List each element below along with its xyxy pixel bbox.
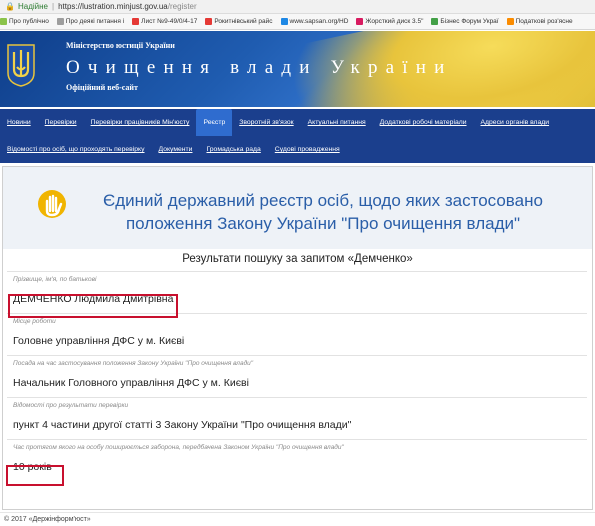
bookmark-favicon-icon xyxy=(506,18,514,25)
bookmark-label: Бізнес Форум Украї xyxy=(440,18,499,25)
field-value: Начальник Головного управління ДФС у м. … xyxy=(13,377,249,389)
stop-hand-icon xyxy=(38,190,66,218)
bookmark[interactable]: Жорсткий диск 3.5" xyxy=(356,18,423,25)
nav-row-secondary: Відомості про осіб, що проходять перевір… xyxy=(0,136,347,163)
search-results-title: Результати пошуку за запитом «Демченко» xyxy=(182,253,413,265)
secure-label: Надійне xyxy=(17,2,48,11)
bookmark-favicon-icon xyxy=(132,18,140,25)
nav-feedback[interactable]: Зворотній зв'язок xyxy=(232,109,300,136)
field-position: Посада на час застосування положення Зак… xyxy=(7,355,587,396)
footer-copyright: © 2017 «Держінформ'юст» xyxy=(0,512,595,526)
bookmark[interactable]: www.sapsan.org/HD xyxy=(280,18,349,25)
bookmark-label: Жорсткий диск 3.5" xyxy=(365,18,424,25)
field-label: Час протягом якого на особу поширюється … xyxy=(13,443,344,451)
url-host: https://lustration.minjust.gov.ua xyxy=(58,2,168,11)
register-banner: Єдиний державний реєстр осіб, щодо яких … xyxy=(3,167,592,249)
bookmark-label: Лист №9-49/0/4-17 xyxy=(141,18,198,25)
bookmark-label: Рокитнівський райс xyxy=(214,18,273,25)
coat-of-arms-icon[interactable] xyxy=(6,43,36,87)
nav-topical[interactable]: Актуальні питання xyxy=(301,109,373,136)
nav-persons-info[interactable]: Відомості про осіб, що проходять перевір… xyxy=(0,136,152,163)
highlight-name-box xyxy=(8,294,178,318)
bookmark-favicon-icon xyxy=(56,18,64,25)
nav-court[interactable]: Судові провадження xyxy=(268,136,347,163)
nav-materials[interactable]: Додаткові робочі матеріали xyxy=(373,109,474,136)
bookmark[interactable]: Бізнес Форум Украї xyxy=(431,18,499,25)
nav-checks[interactable]: Перевірки xyxy=(38,109,84,136)
bookmark[interactable]: Податкові роз'ясне xyxy=(506,18,573,25)
bookmark-favicon-icon xyxy=(356,18,364,25)
bookmark-favicon-icon xyxy=(280,18,288,25)
bookmark-label: Податкові роз'ясне xyxy=(515,18,573,25)
field-label: Посада на час застосування положення Зак… xyxy=(13,359,254,367)
register-title: Єдиний державний реєстр осіб, щодо яких … xyxy=(103,191,543,233)
url-path: /register xyxy=(167,2,197,11)
bookmarks-bar: Про публічно Про деякі питання і Лист №9… xyxy=(0,14,595,30)
bookmark[interactable]: Рокитнівський райс xyxy=(205,18,273,25)
official-site-label: Офіційний веб-сайт xyxy=(66,83,138,92)
nav-public-council[interactable]: Громадська рада xyxy=(199,136,267,163)
bookmark-label: www.sapsan.org/HD xyxy=(289,18,349,25)
field-check-result: Відомості про результати перевірки пункт… xyxy=(7,397,587,438)
field-value: пункт 4 частини другої статті 3 Закону У… xyxy=(13,419,352,431)
lock-icon: 🔒 xyxy=(5,2,15,11)
nav-addresses[interactable]: Адреси органів влади xyxy=(474,109,557,136)
field-value: 10 років xyxy=(13,461,52,473)
bookmark[interactable]: Про публічно xyxy=(0,18,49,25)
nav-minjust-checks[interactable]: Перевірки працівників Мін'юсту xyxy=(84,109,197,136)
field-label: Прізвище, ім'я, по батькові xyxy=(13,275,97,283)
nav-row-primary: Новини Перевірки Перевірки працівників М… xyxy=(0,109,556,136)
bookmark[interactable]: Лист №9-49/0/4-17 xyxy=(132,18,197,25)
nav-documents[interactable]: Документи xyxy=(152,136,200,163)
ministry-name: Міністерство юстиції України xyxy=(66,41,175,50)
field-workplace: Місце роботи Головне управління ДФС у м.… xyxy=(7,313,587,354)
address-bar[interactable]: 🔒 Надійне | https://lustration.minjust.g… xyxy=(0,0,595,14)
nav-news[interactable]: Новини xyxy=(0,109,38,136)
site-header: Міністерство юстиції України Очищення вл… xyxy=(0,31,595,107)
field-value: Головне управління ДФС у м. Києві xyxy=(13,335,185,347)
bookmark-favicon-icon xyxy=(431,18,439,25)
site-title[interactable]: Очищення влади України xyxy=(66,57,453,79)
separator: | xyxy=(51,2,55,11)
highlight-term-box xyxy=(6,465,64,486)
bookmark[interactable]: Про деякі питання і xyxy=(56,18,125,25)
field-label: Відомості про результати перевірки xyxy=(13,401,129,409)
register-panel: Єдиний державний реєстр осіб, щодо яких … xyxy=(2,166,593,510)
url-text[interactable]: https://lustration.minjust.gov.ua/regist… xyxy=(58,2,197,11)
bookmark-label: Про публічно xyxy=(9,18,49,25)
field-ban-term: Час протягом якого на особу поширюється … xyxy=(7,439,587,480)
bookmark-favicon-icon xyxy=(0,18,7,25)
main-navigation: Новини Перевірки Перевірки працівників М… xyxy=(0,109,595,163)
bookmark-favicon-icon xyxy=(205,18,213,25)
nav-register[interactable]: Реєстр xyxy=(196,109,233,136)
bookmark-label: Про деякі питання і xyxy=(65,18,125,25)
